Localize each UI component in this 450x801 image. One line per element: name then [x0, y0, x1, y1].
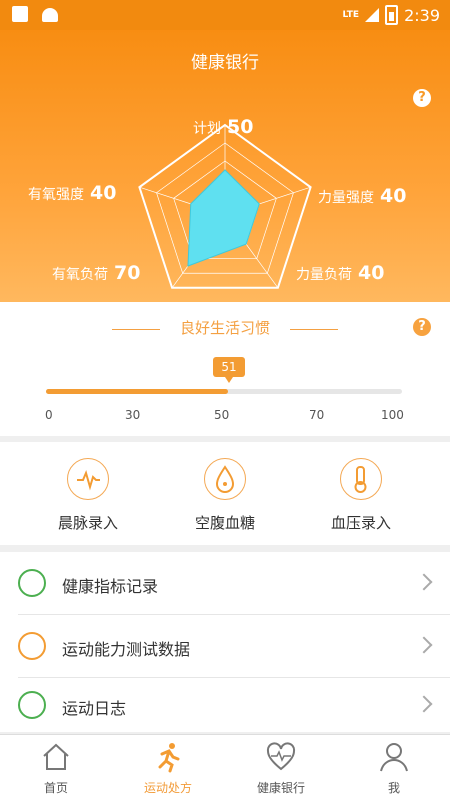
- morning-pulse-button[interactable]: 晨脉录入: [13, 442, 163, 545]
- list-item-label: 运动日志: [62, 699, 127, 718]
- glucose-drop-icon: [204, 458, 246, 500]
- morning-pulse-label: 晨脉录入: [57, 514, 118, 532]
- status-bar: LTE 2:39: [0, 0, 450, 30]
- list-item-health-indicators[interactable]: 健康指标记录: [0, 554, 450, 614]
- help-icon[interactable]: ?: [413, 318, 431, 336]
- habit-value-bubble: 51: [213, 357, 245, 383]
- tick-label: 50: [214, 408, 230, 422]
- chevron-right-icon: [415, 695, 433, 713]
- habit-card: 良好生活习惯 ? 51 0 30 50 70 100: [0, 302, 450, 436]
- sd-card-icon: [12, 6, 28, 22]
- divider: [290, 329, 338, 330]
- signal-icon: [365, 8, 380, 22]
- list-item-label: 运动能力测试数据: [62, 640, 191, 659]
- thermometer-icon: [340, 458, 382, 500]
- tab-me[interactable]: 我: [338, 735, 450, 801]
- alarm-clock-icon: [18, 569, 46, 597]
- tab-label: 我: [387, 781, 400, 795]
- tab-health-bank[interactable]: 健康银行: [225, 735, 337, 801]
- bottom-tab-bar: 首页 运动处方 健康银行 我: [0, 734, 450, 801]
- list-item-exercise-log[interactable]: 运动日志: [0, 676, 450, 736]
- blood-pressure-label: 血压录入: [330, 514, 391, 532]
- tab-label: 健康银行: [256, 781, 305, 795]
- notebook-icon: [18, 691, 46, 719]
- lte-indicator: LTE: [342, 10, 360, 20]
- android-icon: [42, 8, 58, 22]
- list-item-label: 健康指标记录: [62, 577, 159, 596]
- radar-label-strength-intensity: 力量强度 40: [318, 185, 407, 207]
- radar-label-aerobic-load: 有氧负荷 70: [52, 262, 141, 284]
- runner-icon: [158, 743, 180, 773]
- fasting-glucose-label: 空腹血糖: [194, 514, 255, 532]
- list-item-ability-test[interactable]: 运动能力测试数据: [0, 617, 450, 677]
- quick-actions: 晨脉录入 空腹血糖 血压录入: [0, 442, 450, 545]
- pulse-icon: [67, 458, 109, 500]
- tab-home[interactable]: 首页: [0, 735, 112, 801]
- clock: 2:39: [404, 5, 440, 25]
- tab-label: 首页: [43, 781, 68, 795]
- person-icon: [380, 743, 408, 772]
- tab-exercise-prescription[interactable]: 运动处方: [112, 735, 224, 801]
- habit-slider-fill: [46, 389, 228, 394]
- home-icon: [43, 743, 69, 770]
- blood-pressure-button[interactable]: 血压录入: [286, 442, 436, 545]
- chevron-right-icon: [415, 636, 433, 654]
- runner-icon: [18, 632, 46, 660]
- health-bank-header: 健康银行 ? 计划 50 力量强度 40 力量负荷 40 有氧负荷 70 有氧强度 40: [0, 30, 450, 302]
- menu-list: 健康指标记录 运动能力测试数据 运动日志: [0, 552, 450, 732]
- tick-label: 0: [45, 408, 53, 422]
- tick-label: 100: [381, 408, 404, 422]
- radar-label-strength-load: 力量负荷 40: [296, 262, 385, 284]
- tick-label: 30: [125, 408, 141, 422]
- tick-label: 70: [309, 408, 325, 422]
- chevron-right-icon: [415, 573, 433, 591]
- habit-title: 良好生活习惯: [179, 319, 270, 337]
- battery-icon: [385, 5, 399, 25]
- radar-label-plan: 计划 50: [193, 116, 254, 138]
- fasting-glucose-button[interactable]: 空腹血糖: [150, 442, 300, 545]
- divider: [18, 614, 450, 615]
- radar-area: [187, 169, 260, 267]
- habit-slider[interactable]: [46, 389, 402, 394]
- tab-label: 运动处方: [143, 781, 192, 795]
- heart-pulse-icon: [266, 742, 296, 771]
- radar-label-aerobic-intensity: 有氧强度 40: [28, 182, 117, 204]
